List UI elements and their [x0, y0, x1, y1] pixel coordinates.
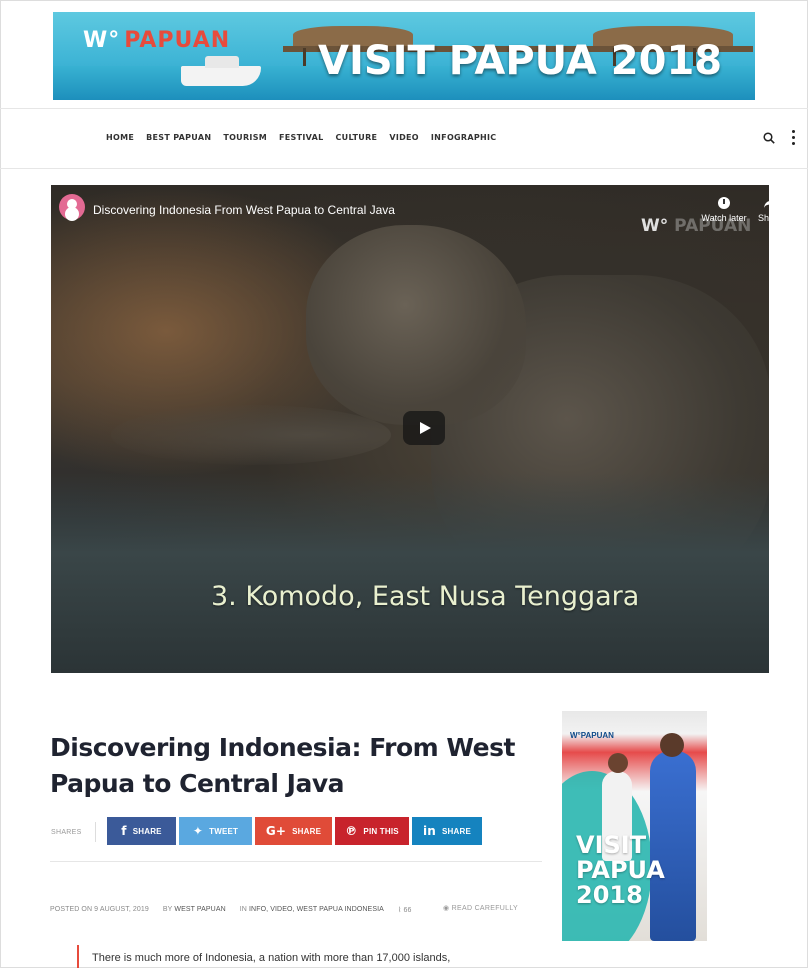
more-menu-icon[interactable] [792, 130, 796, 148]
clock-icon [718, 197, 730, 209]
share-bar: f SHARE ✦ TWEET G+ SHARE ℗ PIN THIS in SHARE [107, 817, 482, 845]
main-nav: HOME BEST PAPUAN TOURISM FESTIVAL CULTUR… [106, 133, 496, 142]
linkedin-icon: in [422, 824, 437, 838]
share-arrow-icon [764, 201, 769, 208]
google-plus-icon: G+ [265, 824, 287, 838]
video-frame-subject-arm [111, 405, 391, 465]
post-views: ⌇ 66 [397, 907, 412, 914]
video-share-button[interactable]: Share [753, 197, 769, 223]
video-title[interactable]: Discovering Indonesia From West Papua to… [93, 203, 395, 217]
nav-item-best-papuan[interactable]: BEST PAPUAN [146, 133, 211, 142]
ad-brand: W°PAPUAN [570, 731, 614, 740]
pinterest-icon: ℗ [345, 824, 358, 838]
ad-title: VISIT PAPUA 2018 [576, 831, 665, 909]
site-logo[interactable]: W° PAPUAN [83, 28, 230, 53]
divider [0, 108, 808, 109]
logo-text: PAPUAN [124, 28, 231, 53]
twitter-share-button[interactable]: ✦ TWEET [179, 817, 252, 845]
pinterest-share-button[interactable]: ℗ PIN THIS [335, 817, 409, 845]
post-categories[interactable]: INFO, VIDEO, WEST PAPUA INDONESIA [249, 906, 384, 913]
article-title: Discovering Indonesia: From West Papua t… [50, 733, 515, 798]
banner-boat [181, 56, 261, 86]
play-button[interactable] [403, 411, 445, 445]
nav-item-video[interactable]: VIDEO [389, 133, 419, 142]
divider [0, 168, 808, 169]
post-author[interactable]: WEST PAPUAN [174, 906, 225, 913]
shares-label: SHARES [51, 829, 82, 836]
facebook-icon: f [121, 824, 127, 838]
banner-title: VISIT PAPUA 2018 [318, 38, 723, 84]
sidebar-ad[interactable]: W°PAPUAN VISIT PAPUA 2018 [562, 711, 707, 941]
nav-item-festival[interactable]: FESTIVAL [279, 133, 323, 142]
linkedin-share-button[interactable]: in SHARE [412, 817, 482, 845]
header-banner[interactable]: W° PAPUAN VISIT PAPUA 2018 [53, 12, 755, 100]
views-chart-icon: ⌇ [397, 907, 402, 914]
ad-logo-icon: W° [570, 731, 581, 740]
divider [50, 861, 542, 862]
video-caption: 3. Komodo, East Nusa Tenggara [211, 581, 640, 612]
video-share-label: Share [757, 213, 769, 223]
nav-item-home[interactable]: HOME [106, 133, 134, 142]
post-categories-group: IN INFO, VIDEO, WEST PAPUA INDONESIA [239, 906, 384, 913]
facebook-share-button[interactable]: f SHARE [107, 817, 176, 845]
read-carefully-label: ◉ READ CAREFULLY [443, 905, 518, 912]
channel-avatar[interactable] [59, 194, 85, 220]
video-player[interactable]: Discovering Indonesia From West Papua to… [51, 185, 769, 673]
nav-item-tourism[interactable]: TOURISM [223, 133, 267, 142]
logo-mark-icon: W° [83, 28, 121, 53]
search-icon[interactable] [763, 132, 775, 144]
watch-later-button[interactable]: Watch later [701, 197, 747, 223]
quote-bar [77, 945, 79, 968]
watch-later-label: Watch later [701, 213, 747, 223]
divider [95, 822, 96, 842]
google-plus-share-button[interactable]: G+ SHARE [255, 817, 332, 845]
post-author-group: BY WEST PAPUAN [162, 906, 226, 913]
eye-icon: ◉ [443, 905, 450, 912]
article-body-text: There is much more of Indonesia, a natio… [92, 952, 451, 964]
post-meta: POSTED ON 9 AUGUST, 2019 BY WEST PAPUAN … [50, 906, 412, 914]
post-date: POSTED ON 9 AUGUST, 2019 [50, 906, 149, 913]
twitter-icon: ✦ [192, 824, 204, 838]
video-frame-subject-head [306, 225, 526, 425]
video-frame-ground [51, 473, 769, 673]
nav-item-infographic[interactable]: INFOGRAPHIC [431, 133, 497, 142]
watermark-mark-icon: W° [641, 216, 675, 236]
nav-item-culture[interactable]: CULTURE [336, 133, 378, 142]
